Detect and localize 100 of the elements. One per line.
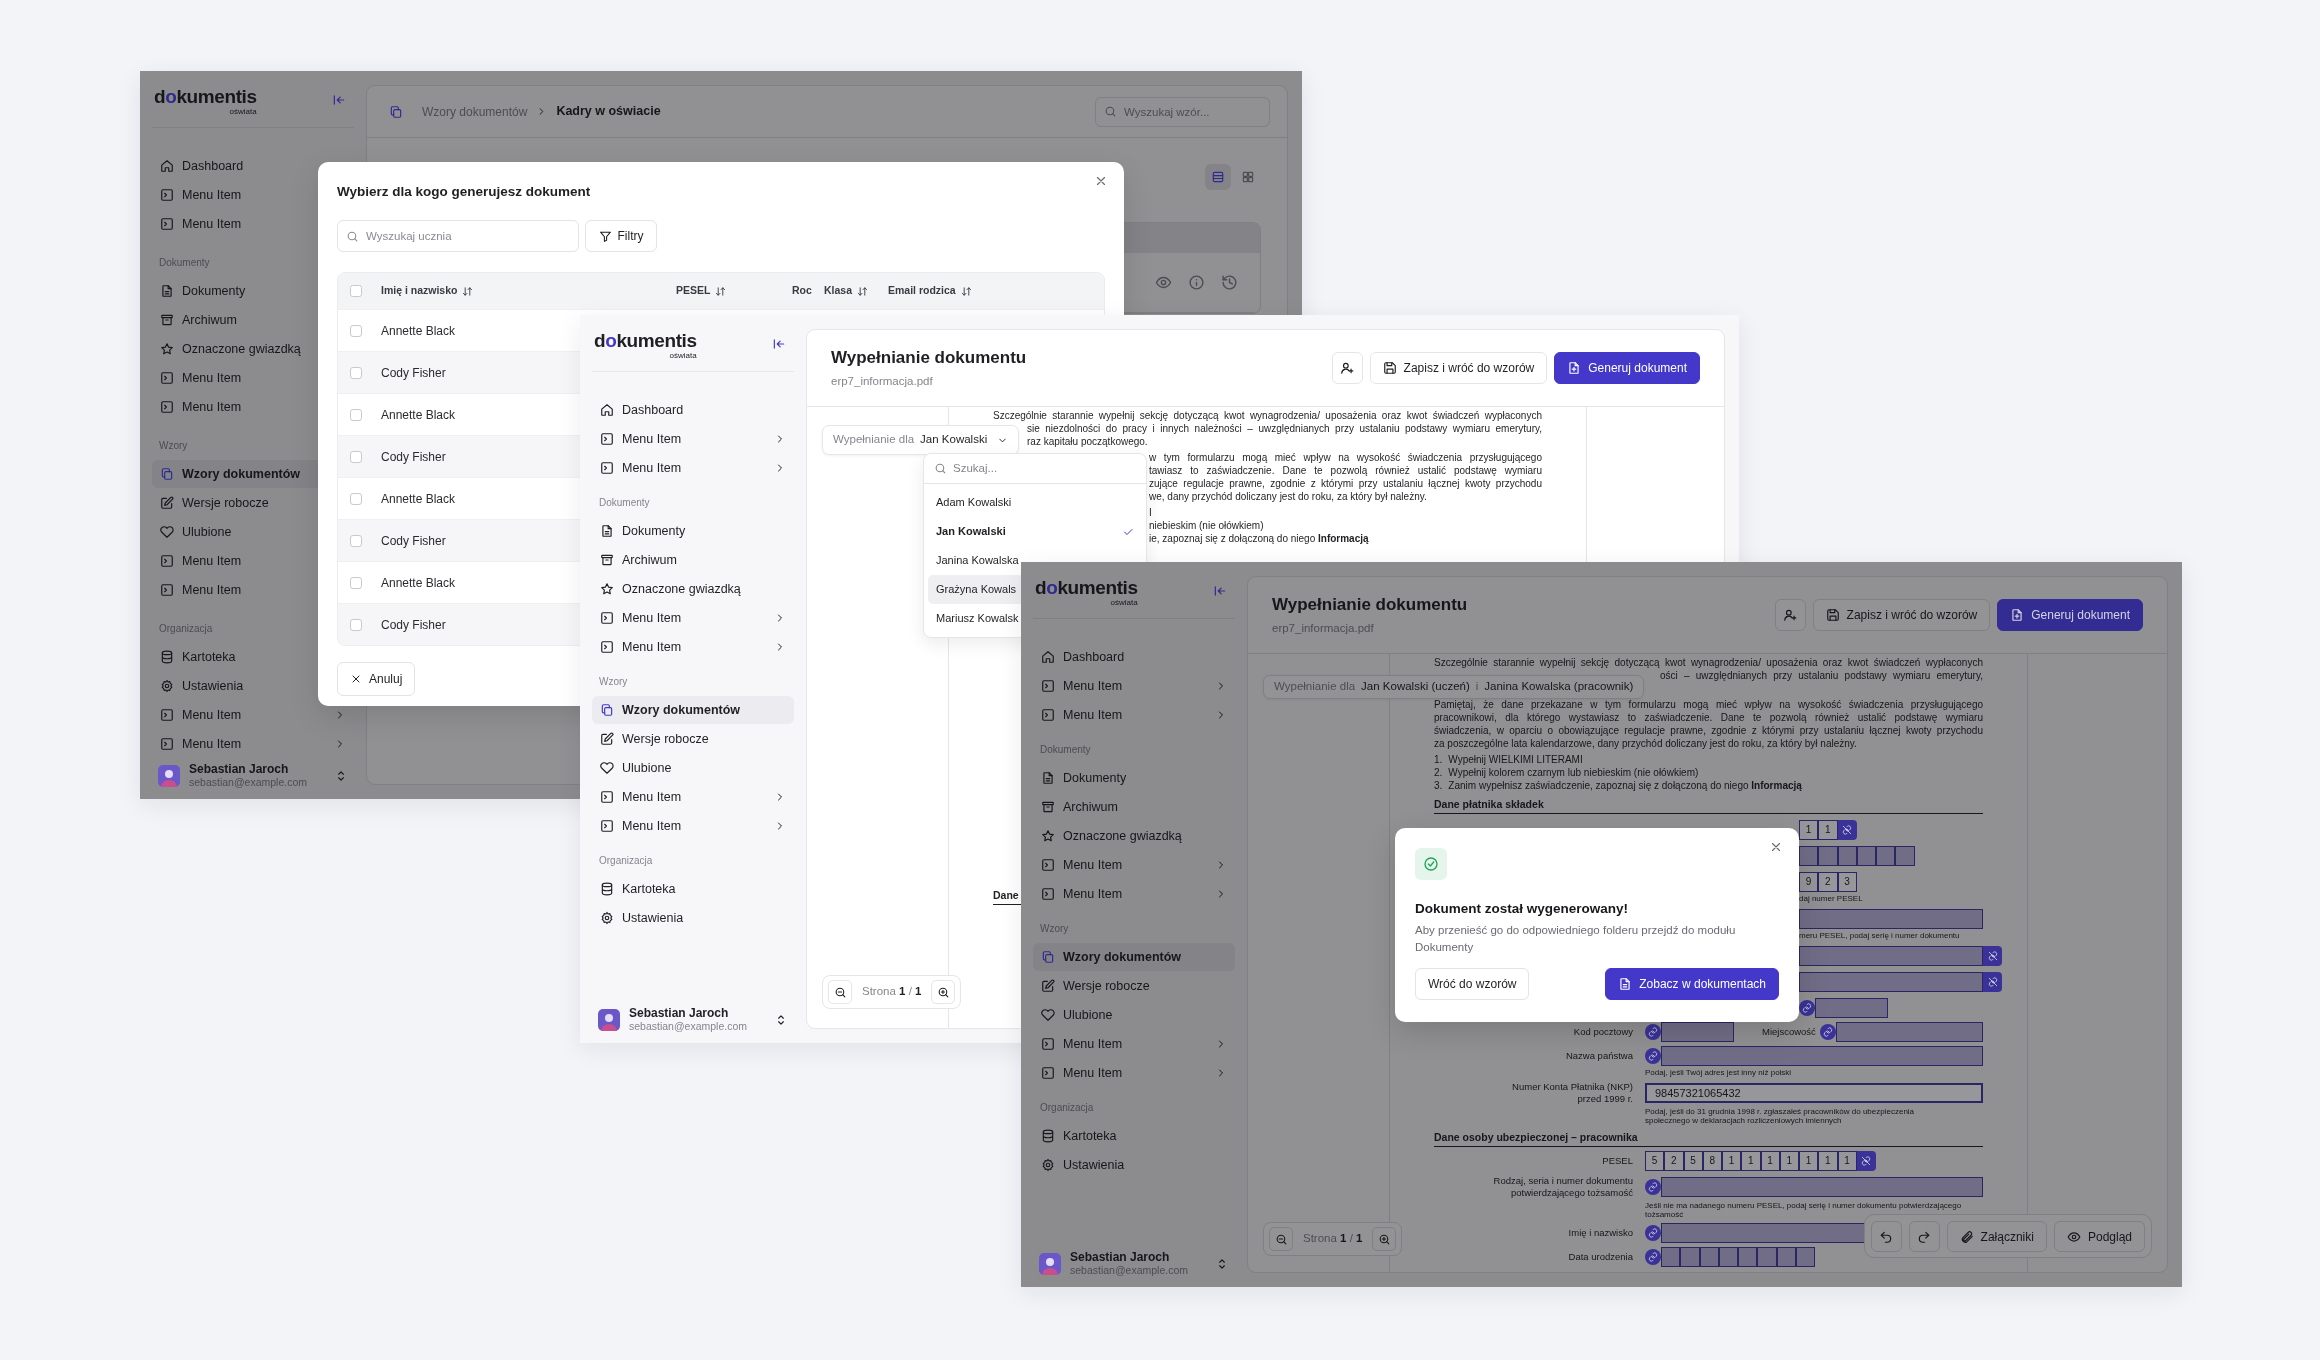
sidebar-item[interactable]: Menu Item (592, 812, 794, 840)
digit-box[interactable]: 1 (1779, 1151, 1799, 1171)
sidebar-item[interactable]: Archiwum (592, 546, 794, 574)
sidebar-item[interactable]: Wersje robocze (1033, 972, 1235, 1000)
sidebar-item[interactable]: Ustawienia (1033, 1151, 1235, 1179)
sidebar-item[interactable]: Menu Item (152, 730, 354, 758)
text-line: sie niezdolności do pracy i innych należności – uwzględnianych przy ustalaniu podstawy wymiaru emerytury, (1027, 422, 1542, 435)
name-cell-text: Cody Fisher (381, 364, 446, 382)
column-header[interactable]: PESEL (676, 283, 727, 299)
save-button[interactable]: Zapisz i wróć do wzorów (1369, 352, 1548, 384)
dropdown-option[interactable]: Adam Kowalski (928, 488, 1142, 517)
list-number: 1. (1434, 753, 1443, 766)
sidebar-item[interactable]: Menu Item (592, 783, 794, 811)
digit-box[interactable]: 1 (1818, 1151, 1838, 1171)
sidebar-item[interactable]: Archiwum (1033, 793, 1235, 821)
sidebar-item[interactable]: Wersje robocze (152, 489, 354, 517)
digit-box[interactable]: 1 (1837, 1151, 1857, 1171)
sidebar-item[interactable]: Menu Item (152, 393, 354, 421)
dialog-title: Wybierz dla kogo generujesz dokument (337, 183, 591, 201)
sidebar-item[interactable]: Menu Item (1033, 701, 1235, 729)
generate-button[interactable]: Generuj dokument (1554, 352, 1700, 384)
text-line: I (1149, 506, 1152, 519)
digit-box[interactable]: 1 (1799, 1151, 1819, 1171)
sidebar-item[interactable]: Menu Item (152, 701, 354, 729)
digit-box[interactable]: 2 (1664, 1151, 1684, 1171)
sidebar-item[interactable]: Dokumenty (152, 277, 354, 305)
sidebar-item[interactable]: Dokumenty (592, 517, 794, 545)
sidebar-item[interactable]: Kartoteka (592, 875, 794, 903)
section-heading: Dane osoby ubezpieczonej – pracownika (1434, 1131, 1983, 1147)
filter-button[interactable]: Filtry (585, 220, 657, 252)
digit-box[interactable]: 1 (1818, 820, 1838, 840)
text-line: ie, zapoznaj się z dołączoną do niego Informacją (1149, 532, 1369, 545)
digit-box[interactable]: 2 (1818, 872, 1838, 892)
generate-button[interactable]: Generuj dokument (1997, 599, 2143, 631)
digit-box[interactable]: 1 (1799, 820, 1819, 840)
column-header[interactable]: Email rodzica (888, 283, 972, 299)
sidebar-item[interactable]: Archiwum (152, 306, 354, 334)
hint-text: daj numer PESEL (1799, 894, 1863, 903)
sidebar-item[interactable]: Wzory dokumentów (592, 696, 794, 724)
sidebar-item[interactable]: Menu Item (592, 454, 794, 482)
sidebar-item[interactable]: Menu Item (1033, 672, 1235, 700)
sidebar-item[interactable]: Menu Item (1033, 1030, 1235, 1058)
preview-button[interactable]: Podgląd (2053, 1221, 2145, 1252)
user-email: sebastian@example.com (189, 776, 308, 789)
digit-box[interactable]: 3 (1837, 872, 1857, 892)
sidebar-item[interactable]: Dashboard (592, 396, 794, 424)
sidebar-item[interactable]: Menu Item (592, 604, 794, 632)
sidebar-item[interactable]: Wzory dokumentów (1033, 943, 1235, 971)
column-header[interactable]: Imię i nazwisko (381, 283, 474, 299)
sidebar-item[interactable]: Menu Item (152, 576, 354, 604)
sidebar-item[interactable]: Menu Item (1033, 1059, 1235, 1087)
name-cell-text: Cody Fisher (381, 616, 446, 634)
field-label: Imię i nazwisko (1567, 1227, 1633, 1239)
field-label: Nazwa państwa (1564, 1050, 1633, 1062)
sidebar-item[interactable]: Ulubione (1033, 1001, 1235, 1029)
sidebar-item[interactable]: Menu Item (152, 547, 354, 575)
field-label: Rodzaj, seria i numer dokumentu potwierdzającego tożsamość (1492, 1175, 1633, 1199)
digit-box[interactable]: 5 (1645, 1151, 1665, 1171)
text-line: ości – uwzględnianych przy ustalaniu podstawy wymiaru emerytury, (1660, 669, 1983, 682)
digit-box[interactable]: 9 (1799, 872, 1819, 892)
sidebar-item[interactable]: Kartoteka (1033, 1122, 1235, 1150)
sidebar-item[interactable]: Wersje robocze (592, 725, 794, 753)
sidebar-item[interactable]: Ulubione (152, 518, 354, 546)
hint-text: Podaj, jeśli do 31 grudnia 1998 r. zgłaszałeś pracowników do ubezpieczenia społecznego w deklaracjach rozliczeniowych imiennych (1645, 1107, 1915, 1125)
attachments-button[interactable]: Załączniki (1946, 1221, 2047, 1252)
digit-box[interactable]: 8 (1702, 1151, 1722, 1171)
sidebar-item[interactable]: Menu Item (152, 364, 354, 392)
sidebar-item[interactable]: Dashboard (152, 152, 354, 180)
sidebar-item[interactable]: Menu Item (1033, 880, 1235, 908)
sidebar-item[interactable]: Ustawienia (592, 904, 794, 932)
name-cell-text: Cody Fisher (381, 448, 446, 466)
digit-box[interactable]: 1 (1741, 1151, 1761, 1171)
user-name: Sebastian Jaroch (1070, 1250, 1171, 1264)
digit-box[interactable]: 5 (1683, 1151, 1703, 1171)
sidebar-item[interactable]: Oznaczone gwiazdką (152, 335, 354, 363)
cancel-button[interactable]: Anuluj (337, 662, 416, 696)
user-name: Sebastian Jaroch (629, 1006, 730, 1020)
search-field[interactable]: Szukaj... (953, 459, 1136, 478)
sidebar-item[interactable]: Ulubione (592, 754, 794, 782)
sidebar-item[interactable]: Dashboard (1033, 643, 1235, 671)
sidebar-item[interactable]: Oznaczone gwiazdką (592, 575, 794, 603)
column-header: Roc (792, 283, 812, 299)
sidebar-item[interactable]: Dokumenty (1033, 764, 1235, 792)
user-email: sebastian@example.com (1070, 1264, 1189, 1277)
open-documents-button[interactable]: Zobacz w dokumentach (1605, 968, 1779, 1000)
sidebar-item[interactable]: Menu Item (1033, 851, 1235, 879)
sidebar-item[interactable]: Oznaczone gwiazdką (1033, 822, 1235, 850)
field-label: PESEL (1601, 1155, 1633, 1167)
sidebar-item[interactable]: Menu Item (592, 633, 794, 661)
digit-box[interactable]: 1 (1722, 1151, 1742, 1171)
back-button[interactable]: Wróć do wzorów (1415, 968, 1530, 1000)
input-field[interactable]: 98457321065432 (1645, 1083, 1983, 1103)
save-button[interactable]: Zapisz i wróć do wzorów (1812, 599, 1991, 631)
digit-box[interactable]: 1 (1760, 1151, 1780, 1171)
column-header[interactable]: Klasa (824, 283, 869, 299)
section-label: Wzory (599, 675, 628, 689)
recipient-select[interactable]: Wypełnianie dla Jan Kowalski (822, 425, 1020, 455)
search-field[interactable]: Wyszukaj wzór... (1095, 96, 1270, 127)
sidebar-item[interactable]: Menu Item (592, 425, 794, 453)
dropdown-option[interactable]: Jan Kowalski (928, 517, 1142, 546)
